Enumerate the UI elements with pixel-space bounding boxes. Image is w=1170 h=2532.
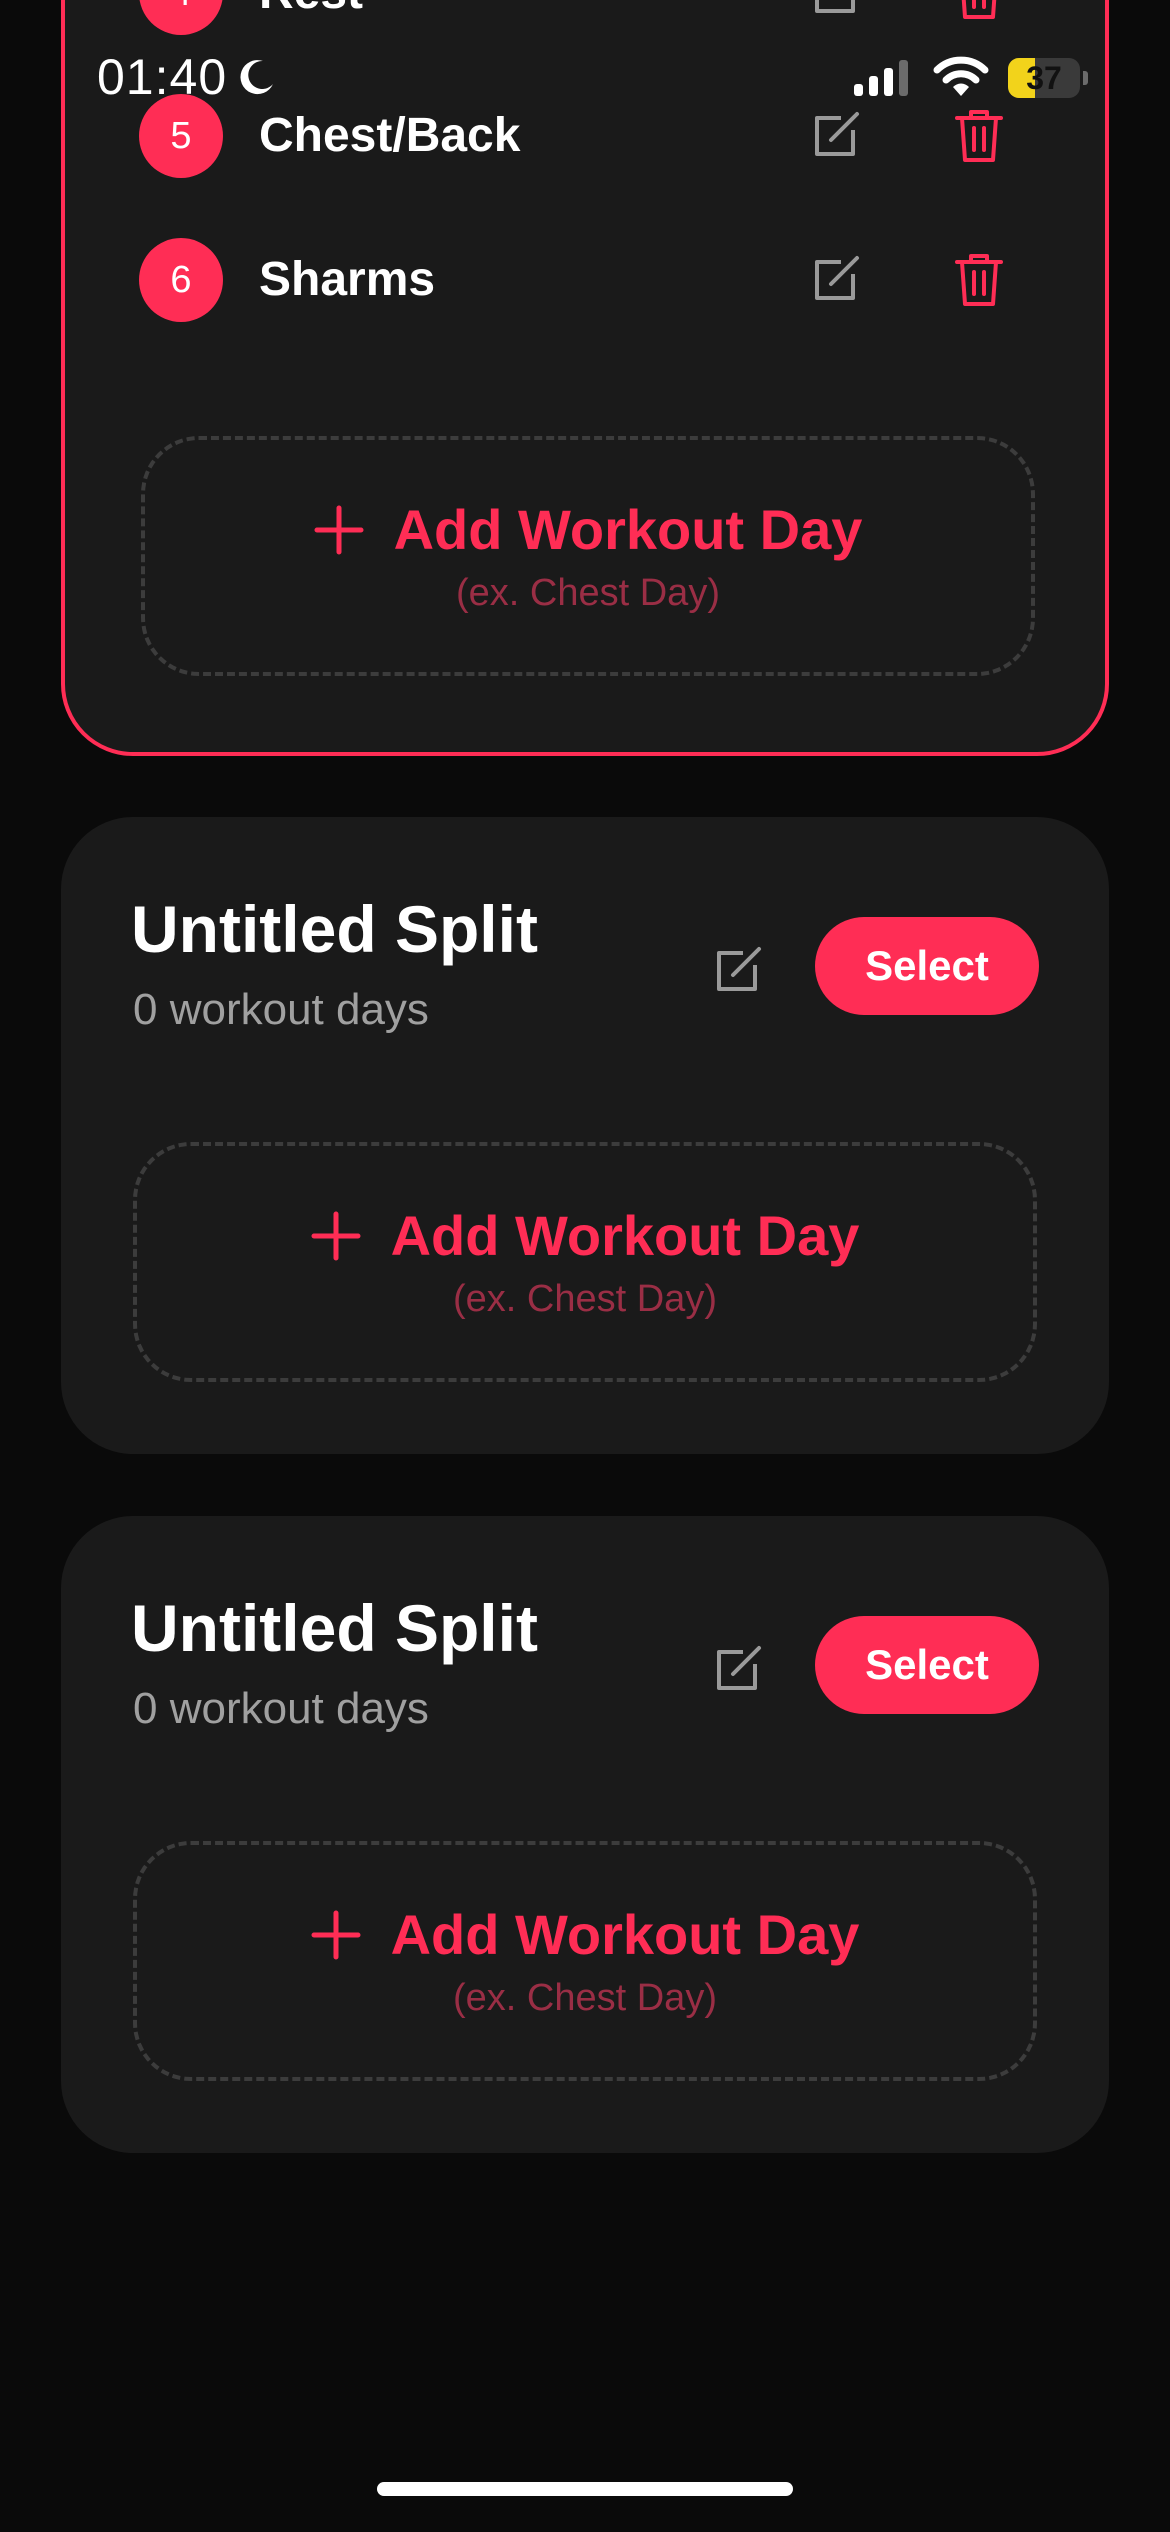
add-workout-day-label: Add Workout Day (390, 1903, 860, 1966)
wifi-icon (933, 56, 989, 96)
moon-icon (240, 60, 274, 95)
day-number-badge: 6 (139, 238, 223, 322)
edit-icon[interactable] (807, 252, 863, 308)
add-workout-day-label: Add Workout Day (390, 1204, 860, 1267)
plus-icon (311, 1910, 361, 1959)
split-day-count: 0 workout days (133, 985, 429, 1034)
select-split-button[interactable]: Select (815, 917, 1039, 1015)
split-title: Untitled Split (131, 1591, 538, 1665)
edit-icon[interactable] (709, 1642, 765, 1698)
workout-day-row[interactable]: 6 Sharms (65, 230, 1105, 330)
plus-icon (311, 1211, 361, 1260)
clock: 01:40 (97, 48, 277, 106)
add-workout-day-hint: (ex. Chest Day) (453, 1977, 717, 2019)
battery-level: 37 (1026, 59, 1062, 96)
home-indicator[interactable] (377, 2482, 793, 2496)
edit-icon[interactable] (709, 943, 765, 999)
split-card: Untitled Split 0 workout days Select Add… (61, 1516, 1109, 2153)
day-name: Sharms (259, 253, 436, 306)
cellular-signal-icon (854, 58, 908, 96)
add-workout-day-button[interactable]: Add Workout Day (ex. Chest Day) (133, 1142, 1037, 1382)
add-workout-day-button[interactable]: Add Workout Day (ex. Chest Day) (133, 1841, 1037, 2081)
trash-icon[interactable] (953, 250, 1005, 308)
add-workout-day-hint: (ex. Chest Day) (453, 1278, 717, 1320)
time-text: 01:40 (97, 49, 228, 105)
add-workout-day-button[interactable]: Add Workout Day (ex. Chest Day) (141, 436, 1035, 676)
split-title: Untitled Split (131, 892, 538, 966)
status-bar: 01:40 37 (0, 0, 1170, 150)
select-split-button[interactable]: Select (815, 1616, 1039, 1714)
add-workout-day-label: Add Workout Day (393, 498, 863, 561)
battery-icon: 37 (1008, 58, 1088, 98)
plus-icon (314, 505, 364, 554)
split-day-count: 0 workout days (133, 1684, 429, 1733)
split-card: Untitled Split 0 workout days Select Add… (61, 817, 1109, 1454)
add-workout-day-hint: (ex. Chest Day) (456, 572, 720, 614)
